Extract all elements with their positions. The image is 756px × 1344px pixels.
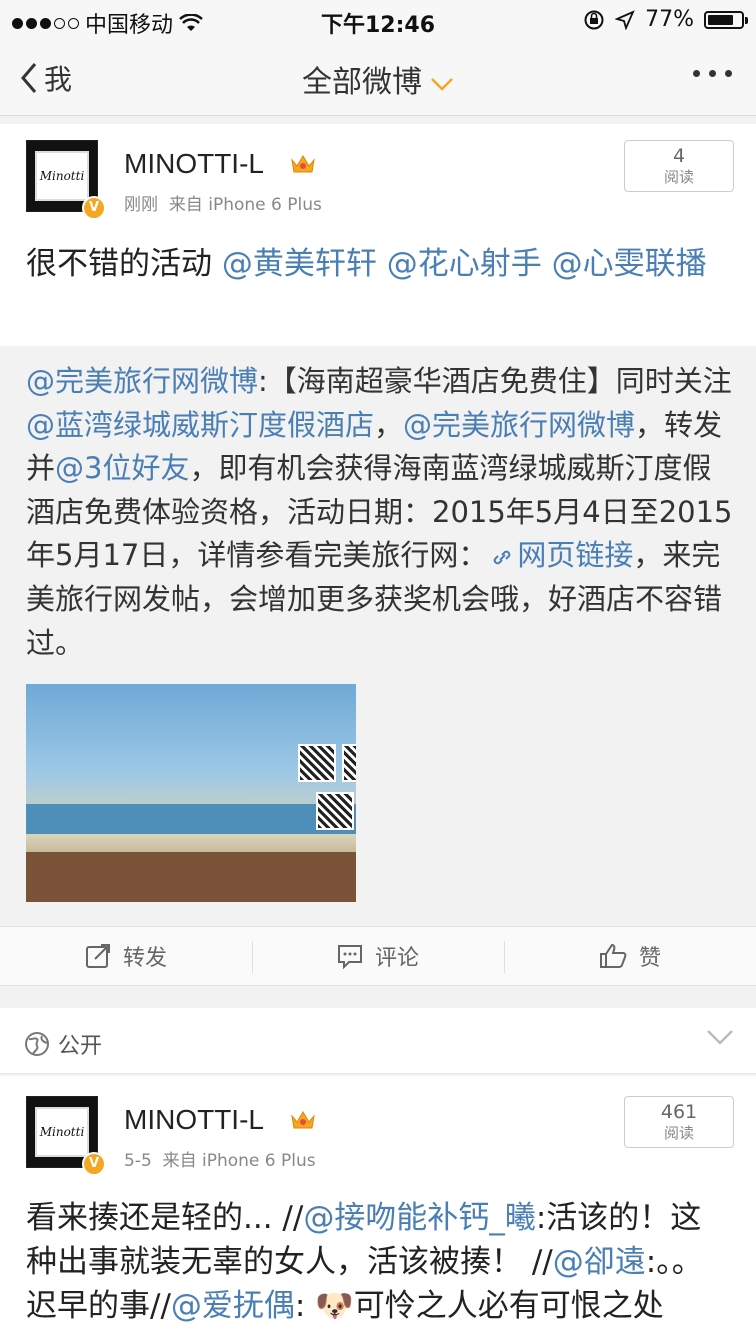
repost-button[interactable]: 转发 bbox=[0, 927, 252, 985]
post-meta: 5-5 来自 iPhone 6 Plus bbox=[124, 1146, 316, 1171]
comment-button[interactable]: 评论 bbox=[252, 927, 504, 985]
comment-label: 评论 bbox=[374, 946, 419, 971]
post-body: 很不错的活动 bbox=[26, 246, 222, 282]
status-bar: 中国移动 下午12:46 77% bbox=[0, 0, 756, 40]
post-body: 看来揍还是轻的... // bbox=[26, 1200, 304, 1236]
post-card[interactable]: Minotti V MINOTTI-L 刚刚 来自 iPhone 6 Plus … bbox=[0, 124, 756, 346]
promo-image[interactable] bbox=[26, 684, 356, 902]
mention-link[interactable]: @心雯联播 bbox=[552, 246, 707, 282]
caret-down-icon bbox=[431, 77, 453, 91]
mention-link[interactable]: @黄美轩轩 bbox=[222, 246, 377, 282]
globe-icon bbox=[25, 1032, 49, 1056]
like-label: 赞 bbox=[638, 946, 661, 971]
like-icon bbox=[599, 943, 627, 968]
verified-icon: V bbox=[82, 1152, 106, 1176]
post-card[interactable]: Minotti V MINOTTI-L 5-5 来自 iPhone 6 Plus… bbox=[0, 1076, 756, 1344]
post-meta: 刚刚 来自 iPhone 6 Plus bbox=[124, 190, 322, 215]
navigation-bar: 我 全部微博 bbox=[0, 40, 756, 116]
mention-link[interactable]: @接吻能补钙_曦 bbox=[303, 1200, 536, 1236]
read-label: 阅读 bbox=[663, 1124, 694, 1142]
mention-link[interactable]: @完美旅行网微博 bbox=[403, 408, 635, 442]
repost-block[interactable]: @完美旅行网微博:【海南超豪华酒店免费住】同时关注@蓝湾绿城威斯汀度假酒店，@完… bbox=[0, 346, 756, 926]
repost-author-link[interactable]: @完美旅行网微博 bbox=[26, 364, 258, 398]
mention-link[interactable]: @爱抚偶 bbox=[171, 1288, 295, 1324]
crown-icon bbox=[291, 1111, 315, 1129]
post-text: 很不错的活动 @黄美轩轩 @花心射手 @心雯联播 bbox=[26, 242, 736, 286]
username[interactable]: MINOTTI-L bbox=[124, 1104, 264, 1136]
verified-icon: V bbox=[82, 196, 106, 220]
rotation-lock-icon bbox=[584, 10, 604, 29]
post-source: 来自 iPhone 6 Plus bbox=[168, 195, 322, 215]
read-label: 阅读 bbox=[663, 168, 694, 186]
post-text: 看来揍还是轻的... //@接吻能补钙_曦:活该的！这种出事就装无辜的女人，活该… bbox=[26, 1196, 716, 1328]
mention-link[interactable]: @花心射手 bbox=[387, 246, 542, 282]
repost-text: @完美旅行网微博:【海南超豪华酒店免费住】同时关注@蓝湾绿城威斯汀度假酒店，@完… bbox=[26, 360, 736, 665]
repost-body: :【海南超豪华酒店免费住】同时关注 bbox=[258, 364, 732, 398]
feed-selector[interactable]: 全部微博 bbox=[0, 57, 756, 101]
repost-icon bbox=[85, 944, 110, 968]
visibility-row: 公开 bbox=[0, 1008, 756, 1074]
web-link[interactable]: 网页链接 bbox=[487, 538, 633, 572]
visibility-label: 公开 bbox=[58, 1034, 103, 1059]
mention-link[interactable]: @蓝湾绿城威斯汀度假酒店 bbox=[26, 408, 374, 442]
post-action-bar: 转发 评论 赞 bbox=[0, 926, 756, 986]
web-link-label: 网页链接 bbox=[517, 538, 634, 573]
read-count-badge: 461 阅读 bbox=[624, 1096, 734, 1148]
battery-icon bbox=[704, 10, 748, 29]
link-icon bbox=[494, 551, 511, 565]
like-button[interactable]: 赞 bbox=[504, 927, 756, 985]
chevron-down-icon[interactable] bbox=[706, 1028, 734, 1046]
location-arrow-icon bbox=[615, 9, 635, 30]
comment-icon bbox=[337, 945, 362, 969]
post-body: : 🐶可怜之人必有可恨之处 bbox=[294, 1288, 664, 1324]
read-count: 461 bbox=[660, 1101, 698, 1123]
repost-body: ， bbox=[374, 407, 404, 442]
mention-link[interactable]: @3位好友 bbox=[55, 451, 189, 485]
post-time: 刚刚 bbox=[124, 195, 158, 215]
page-title: 全部微博 bbox=[302, 65, 422, 100]
repost-label: 转发 bbox=[122, 946, 167, 971]
more-dots-icon[interactable] bbox=[693, 70, 732, 77]
post-time: 5-5 bbox=[124, 1151, 152, 1171]
username[interactable]: MINOTTI-L bbox=[124, 148, 264, 180]
read-count-badge: 4 阅读 bbox=[624, 140, 734, 192]
post-source: 来自 iPhone 6 Plus bbox=[162, 1151, 316, 1171]
crown-icon bbox=[291, 155, 315, 173]
battery-percent: 77% bbox=[645, 7, 694, 32]
mention-link[interactable]: @卻遠 bbox=[553, 1244, 646, 1280]
read-count: 4 bbox=[672, 145, 686, 167]
